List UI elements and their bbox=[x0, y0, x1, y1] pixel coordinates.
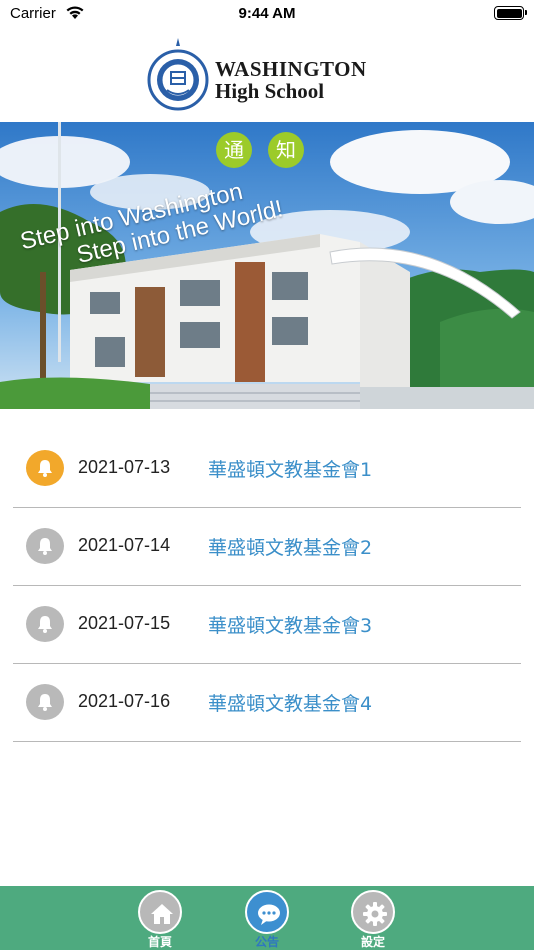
tab-home[interactable]: 首頁 bbox=[135, 888, 185, 950]
list-item[interactable]: 2021-07-16 華盛頓文教基金會4 bbox=[13, 664, 521, 742]
notice-date: 2021-07-13 bbox=[78, 457, 171, 477]
school-seal-icon bbox=[147, 38, 209, 111]
bell-icon bbox=[26, 606, 64, 642]
notice-date: 2021-07-16 bbox=[78, 691, 171, 711]
tab-label: 公告 bbox=[254, 935, 279, 949]
battery-icon bbox=[494, 6, 527, 20]
notice-title[interactable]: 華盛頓文教基金會3 bbox=[208, 611, 372, 638]
school-name-line2: High School bbox=[215, 79, 325, 103]
notice-list: 2021-07-13 華盛頓文教基金會1 2021-07-14 華盛頓文教基金會… bbox=[13, 430, 521, 742]
list-item[interactable]: 2021-07-15 華盛頓文教基金會3 bbox=[13, 586, 521, 664]
tab-bar: 首頁 公告 設定 bbox=[0, 886, 534, 950]
notice-badge-char-1: 通 bbox=[216, 132, 252, 168]
tab-label: 首頁 bbox=[147, 935, 172, 949]
notice-title[interactable]: 華盛頓文教基金會1 bbox=[208, 455, 372, 482]
gear-icon bbox=[363, 902, 387, 926]
clock: 9:44 AM bbox=[238, 5, 296, 22]
notice-date: 2021-07-15 bbox=[78, 613, 171, 633]
tab-label: 設定 bbox=[360, 935, 385, 949]
list-item[interactable]: 2021-07-14 華盛頓文教基金會2 bbox=[13, 508, 521, 586]
tab-settings[interactable]: 設定 bbox=[348, 888, 398, 950]
bell-icon bbox=[26, 684, 64, 720]
notice-title[interactable]: 華盛頓文教基金會4 bbox=[208, 689, 372, 716]
home-icon bbox=[151, 904, 173, 924]
notice-badge-char-2: 知 bbox=[268, 132, 304, 168]
notice-title[interactable]: 華盛頓文教基金會2 bbox=[208, 533, 372, 560]
chat-bubble-icon bbox=[258, 904, 280, 925]
bell-icon bbox=[26, 528, 64, 564]
school-name-line1: WASHINGTON bbox=[215, 57, 367, 81]
list-item[interactable]: 2021-07-13 華盛頓文教基金會1 bbox=[13, 430, 521, 508]
status-bar: Carrier 9:44 AM bbox=[0, 0, 534, 30]
bell-icon bbox=[26, 450, 64, 486]
app-header: WASHINGTON High School bbox=[0, 30, 534, 122]
notice-date: 2021-07-14 bbox=[78, 535, 171, 555]
school-name: WASHINGTON High School bbox=[215, 58, 367, 102]
school-banner: 通 知 Step into Washington Step into the W… bbox=[0, 122, 534, 409]
tab-announcements[interactable]: 公告 bbox=[242, 888, 292, 950]
